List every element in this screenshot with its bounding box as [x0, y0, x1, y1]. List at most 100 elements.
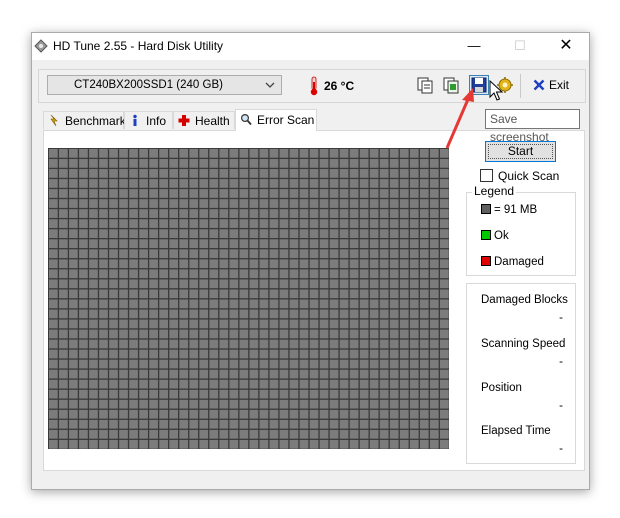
scan-block — [289, 319, 299, 329]
scan-block — [279, 399, 289, 409]
scan-block — [179, 409, 189, 419]
scan-block — [59, 419, 68, 429]
scan-block — [339, 169, 349, 178]
scan-block — [429, 269, 439, 279]
scan-block — [399, 329, 409, 339]
scan-block — [249, 409, 259, 419]
legend-label: = 91 MB — [494, 204, 538, 216]
scan-block — [209, 389, 219, 399]
scan-block — [329, 289, 339, 299]
scan-block — [409, 279, 419, 289]
scan-block — [299, 179, 309, 188]
scan-block — [69, 249, 78, 259]
tooltip: Save screenshot — [485, 109, 580, 144]
close-button[interactable]: ✕ — [543, 33, 589, 60]
scan-block — [439, 269, 449, 279]
scan-block — [289, 189, 299, 198]
health-icon — [178, 115, 190, 126]
scan-block — [269, 389, 279, 399]
tab-error-scan[interactable]: Error Scan — [235, 109, 317, 131]
scan-block — [99, 419, 108, 429]
scan-block — [439, 169, 449, 178]
scan-block — [439, 259, 449, 269]
scan-block — [79, 159, 88, 168]
scan-block — [119, 259, 128, 269]
scan-block — [119, 209, 128, 218]
scan-block — [119, 179, 128, 188]
scan-block — [229, 249, 239, 259]
scan-block — [379, 159, 389, 168]
scan-block — [209, 369, 219, 379]
scan-block — [369, 329, 379, 339]
scan-block — [339, 209, 349, 218]
scan-block — [319, 279, 329, 289]
scan-block — [399, 179, 409, 188]
minimize-button[interactable]: — — [451, 33, 497, 60]
scan-block — [319, 319, 329, 329]
scan-block — [259, 209, 269, 218]
scan-block — [239, 329, 249, 339]
save-screenshot-button[interactable] — [469, 75, 489, 95]
scan-block — [279, 439, 289, 449]
tab-benchmark[interactable]: Benchmark — [43, 111, 126, 129]
scan-block — [129, 309, 138, 319]
scan-block — [109, 249, 118, 259]
scan-block — [59, 439, 68, 449]
scan-block — [89, 209, 98, 218]
scan-block — [279, 299, 289, 309]
scan-block — [69, 259, 78, 269]
scan-block — [439, 289, 449, 299]
scan-block — [299, 199, 309, 208]
legend-title: Legend — [472, 184, 517, 198]
scan-block — [209, 319, 219, 329]
scan-block — [309, 199, 319, 208]
scan-block — [99, 299, 108, 309]
scan-block — [219, 169, 229, 178]
scan-block — [119, 359, 128, 369]
quick-scan-checkbox[interactable] — [480, 169, 493, 182]
tab-info[interactable]: Info — [124, 111, 173, 129]
copy-icon[interactable] — [415, 75, 435, 95]
scan-block — [139, 439, 148, 449]
scan-block — [89, 199, 98, 208]
scan-block — [89, 279, 98, 289]
scan-block — [419, 239, 429, 249]
scan-block — [409, 169, 419, 178]
scan-block — [269, 209, 279, 218]
scan-block — [409, 229, 419, 238]
scan-block — [289, 399, 299, 409]
scan-block — [399, 159, 409, 168]
exit-button[interactable]: Exit — [531, 78, 571, 96]
copy-all-icon[interactable] — [441, 75, 461, 95]
scan-block — [219, 239, 229, 249]
scan-block — [139, 369, 148, 379]
scan-block — [419, 299, 429, 309]
scan-block — [189, 199, 199, 208]
tab-health[interactable]: Health — [173, 111, 235, 129]
scan-block — [229, 219, 239, 228]
scan-block — [119, 419, 128, 429]
scan-block — [139, 379, 148, 389]
scan-block — [159, 279, 168, 289]
scan-block — [409, 409, 419, 419]
scan-block — [109, 169, 118, 178]
maximize-button[interactable]: ☐ — [497, 33, 543, 60]
scan-block — [189, 349, 199, 359]
scan-block — [59, 259, 68, 269]
scan-block — [149, 419, 158, 429]
scan-block — [279, 239, 289, 249]
scan-block — [79, 419, 88, 429]
scan-block — [69, 239, 78, 249]
title-bar[interactable]: HD Tune 2.55 - Hard Disk Utility — ☐ ✕ — [32, 33, 589, 60]
scan-block — [289, 229, 299, 238]
scan-block — [269, 269, 279, 279]
scan-block — [319, 369, 329, 379]
scan-block — [329, 349, 339, 359]
scan-block — [439, 319, 449, 329]
scan-block — [239, 199, 249, 208]
drive-select[interactable]: CT240BX200SSD1 (240 GB) — [47, 75, 282, 95]
scan-block — [429, 349, 439, 359]
scan-block — [329, 299, 339, 309]
scan-block — [379, 239, 389, 249]
scan-block — [49, 169, 58, 178]
